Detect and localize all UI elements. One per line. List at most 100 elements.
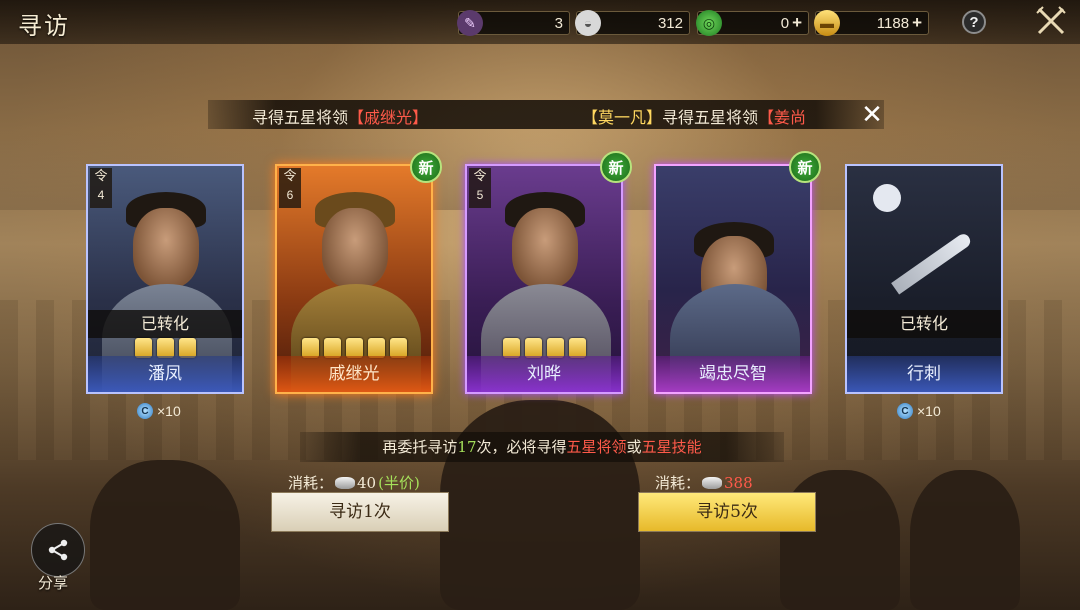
star-icon: [524, 338, 542, 358]
shard-coin-icon: C: [137, 403, 153, 419]
star-icon: [389, 338, 407, 358]
card-name: 刘晔: [467, 356, 621, 392]
share-label: 分享: [38, 574, 69, 592]
rank-tag: 令4: [90, 168, 112, 208]
silver-ingot-icon: [702, 476, 723, 489]
converted-label: 已转化: [88, 310, 242, 338]
shard-coin-icon: C: [897, 403, 913, 419]
star-icon: [367, 338, 385, 358]
rank-tag: 令6: [279, 168, 301, 208]
scroll-token-icon: ✎: [457, 10, 483, 36]
rank-label: 令: [94, 169, 108, 184]
guarantee-highlight: 五星技能: [641, 438, 702, 456]
card-name: 行刺: [847, 356, 1001, 392]
star-icon: [301, 338, 319, 358]
ticker-general-name: 【姜尚: [758, 108, 807, 127]
star-icon: [323, 338, 341, 358]
star-icon: [502, 338, 520, 358]
star-icon: [134, 338, 152, 358]
resource-silver-ingot: ◒ 312: [575, 10, 690, 36]
star-row: [467, 338, 621, 358]
resource-value: 0: [780, 14, 790, 32]
soldier-silhouette-far-right: [910, 470, 1020, 610]
portrait-face: [322, 208, 388, 288]
search-once-button[interactable]: 寻访1次: [271, 492, 449, 532]
star-row: [277, 338, 431, 358]
jade-coin-icon: ◎: [696, 10, 722, 36]
top-bar: 寻访 ✎ 3 ◒ 312 ◎ 0 + ▬ 1188 + ?: [0, 0, 1080, 44]
guarantee-text: 或: [626, 438, 642, 456]
rank-value: 5: [476, 188, 484, 202]
add-gold-icon[interactable]: +: [912, 13, 922, 33]
card-name: 潘凤: [88, 356, 242, 392]
star-icon: [156, 338, 174, 358]
new-badge: 新: [600, 151, 632, 183]
five-search-cost: 消耗： 388: [655, 472, 753, 493]
star-icon: [178, 338, 196, 358]
portrait-face: [133, 208, 199, 288]
ticker-text: 寻得五星将领: [252, 108, 349, 127]
soldier-silhouette-left: [90, 460, 240, 610]
resource-value: 312: [657, 14, 683, 32]
rank-label: 令: [283, 169, 297, 184]
rank-value: 6: [286, 188, 294, 202]
portrait-face: [512, 208, 578, 288]
broadcast-ticker: 寻得五星将领【戚继光】 【莫一凡】寻得五星将领【姜尚: [208, 100, 884, 129]
result-card[interactable]: 竭忠尽智: [654, 164, 812, 394]
rank-value: 4: [97, 188, 105, 202]
card-name: 竭忠尽智: [656, 356, 810, 392]
new-badge: 新: [410, 151, 442, 183]
resource-gold-ingot[interactable]: ▬ 1188 +: [814, 10, 929, 36]
resource-jade-coin[interactable]: ◎ 0 +: [696, 10, 809, 36]
rank-tag: 令5: [469, 168, 491, 208]
share-icon: [48, 539, 68, 561]
moon-icon: [873, 184, 901, 212]
guarantee-count: 17: [457, 438, 477, 456]
card-name: 戚继光: [277, 356, 431, 392]
dagger-artwork: [891, 231, 973, 295]
result-card[interactable]: 令5 刘晔: [465, 164, 623, 394]
discount-label: (半价): [378, 474, 420, 492]
cost-label: 消耗：: [288, 474, 334, 492]
new-badge: 新: [789, 151, 821, 183]
soldier-silhouette-right: [780, 470, 900, 610]
page-title: 寻访: [18, 12, 70, 40]
ticker-close-icon[interactable]: ✕: [859, 99, 885, 129]
help-button[interactable]: ?: [962, 10, 986, 34]
silver-ingot-icon: [335, 476, 356, 489]
star-icon: [345, 338, 363, 358]
result-card[interactable]: 已转化 行刺: [845, 164, 1003, 394]
ticker-player-name: 【莫一凡】: [582, 108, 663, 127]
guarantee-text: 再委托寻访: [382, 438, 458, 456]
resource-value: 3: [554, 14, 563, 32]
single-search-cost: 消耗： 40 (半价): [288, 472, 420, 493]
ticker-message-1: 寻得五星将领【戚继光】: [252, 104, 428, 128]
resource-scroll-token: ✎ 3: [457, 10, 570, 36]
ticker-text: 寻得五星将领: [662, 108, 759, 127]
shard-count: ×10: [917, 403, 941, 419]
ticker-general-name: 【戚继光】: [348, 108, 429, 127]
add-jade-icon[interactable]: +: [792, 13, 802, 33]
cost-label: 消耗：: [655, 474, 701, 492]
result-card[interactable]: 令6 戚继光: [275, 164, 433, 394]
cost-value: 388: [724, 473, 753, 492]
rank-label: 令: [473, 169, 487, 184]
result-card[interactable]: 令4 已转化 潘凤: [86, 164, 244, 394]
pity-guarantee-banner: 再委托寻访17次，必将寻得五星将领或五星技能: [300, 432, 784, 462]
resource-value: 1188: [876, 14, 910, 32]
converted-label: 已转化: [847, 310, 1001, 338]
guarantee-text: 次，必将寻得: [476, 438, 567, 456]
close-crossed-swords-icon[interactable]: [1034, 4, 1068, 38]
shard-reward: C ×10: [897, 402, 941, 420]
shard-reward: C ×10: [137, 402, 181, 420]
star-row: [88, 338, 242, 358]
guarantee-highlight: 五星将领: [566, 438, 627, 456]
gold-ingot-icon: ▬: [814, 10, 840, 36]
star-icon: [568, 338, 586, 358]
shard-count: ×10: [157, 403, 181, 419]
cost-value: 40: [357, 473, 377, 492]
ticker-message-2: 【莫一凡】寻得五星将领【姜尚: [582, 104, 806, 128]
search-five-times-button[interactable]: 寻访5次: [638, 492, 816, 532]
star-icon: [546, 338, 564, 358]
share-button[interactable]: [31, 523, 85, 577]
